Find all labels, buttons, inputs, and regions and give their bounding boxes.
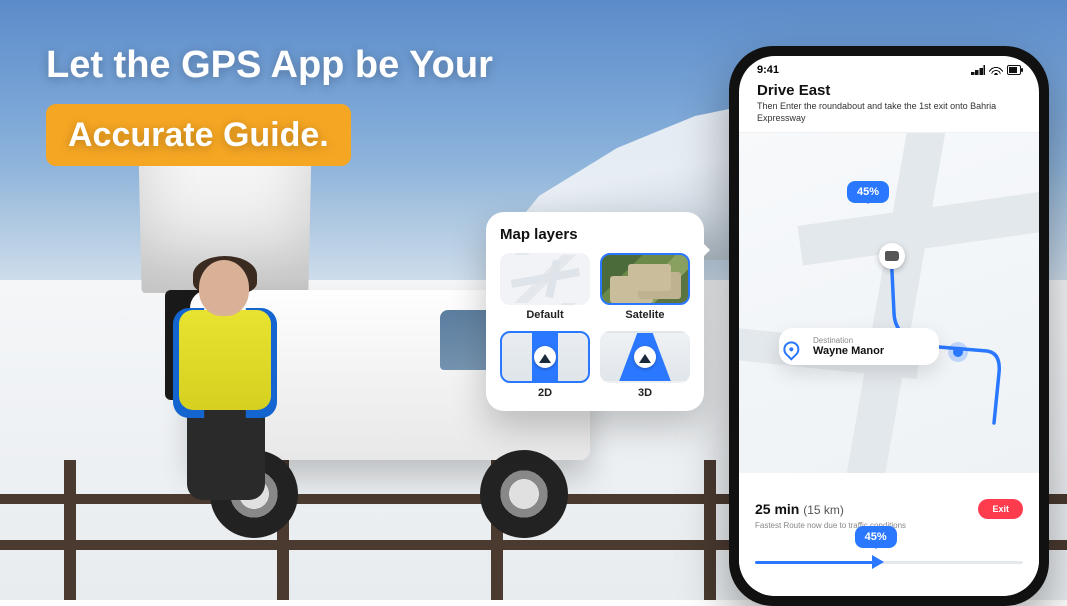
headline-line1: Let the GPS App be Your bbox=[46, 42, 493, 90]
two-d-map-icon bbox=[500, 331, 590, 383]
status-time: 9:41 bbox=[757, 64, 779, 76]
eta-time: 25 min bbox=[755, 501, 799, 517]
navigation-arrow-icon bbox=[534, 346, 556, 368]
layer-label: Default bbox=[526, 309, 563, 321]
eta-distance: (15 km) bbox=[803, 503, 844, 517]
direction-header: Drive East Then Enter the roundabout and… bbox=[739, 78, 1039, 133]
layer-option-default[interactable]: Default bbox=[500, 253, 590, 321]
phone-mockup: 9:41 Drive East Then Enter the roundabou… bbox=[729, 46, 1049, 606]
headline-badge: Accurate Guide. bbox=[46, 104, 351, 167]
navigation-arrow-icon bbox=[634, 346, 656, 368]
route-progress[interactable]: 45% bbox=[755, 548, 1023, 566]
direction-title: Drive East bbox=[757, 82, 1021, 99]
signal-icon bbox=[971, 65, 985, 75]
layer-label: 3D bbox=[638, 387, 652, 399]
person-illustration bbox=[165, 260, 285, 500]
default-map-icon bbox=[500, 253, 590, 305]
route-summary-panel: 25 min (15 km) Exit Fastest Route now du… bbox=[739, 489, 1039, 596]
map-pin-icon bbox=[780, 338, 803, 361]
destination-card[interactable]: Destination Wayne Manor bbox=[779, 328, 939, 365]
destination-dot-icon bbox=[953, 347, 963, 357]
status-bar: 9:41 bbox=[739, 56, 1039, 78]
progress-arrow-icon bbox=[872, 555, 891, 569]
route-line bbox=[739, 133, 1039, 473]
battery-icon bbox=[1007, 65, 1021, 75]
map-layers-title: Map layers bbox=[500, 226, 690, 243]
wifi-icon bbox=[989, 65, 1003, 75]
destination-name: Wayne Manor bbox=[813, 345, 927, 357]
eta-display: 25 min (15 km) bbox=[755, 501, 844, 517]
hero-headline: Let the GPS App be Your Accurate Guide. bbox=[46, 42, 493, 166]
layer-option-3d[interactable]: 3D bbox=[600, 331, 690, 399]
phone-screen: 9:41 Drive East Then Enter the roundabou… bbox=[739, 56, 1039, 596]
direction-subtitle: Then Enter the roundabout and take the 1… bbox=[757, 101, 1021, 124]
map-layers-panel: Map layers Default Satelite 2D 3D bbox=[486, 212, 704, 411]
layer-label: Satelite bbox=[625, 309, 664, 321]
three-d-map-icon bbox=[600, 331, 690, 383]
layer-label: 2D bbox=[538, 387, 552, 399]
progress-fill bbox=[755, 561, 876, 564]
exit-button[interactable]: Exit bbox=[978, 499, 1023, 519]
layer-option-satellite[interactable]: Satelite bbox=[600, 253, 690, 321]
map-view[interactable]: 45% Destination Wayne Manor bbox=[739, 133, 1039, 473]
progress-percent-bubble: 45% bbox=[855, 526, 897, 548]
satellite-map-icon bbox=[600, 253, 690, 305]
layer-option-2d[interactable]: 2D bbox=[500, 331, 590, 399]
destination-label: Destination bbox=[813, 336, 927, 345]
route-percent-bubble: 45% bbox=[847, 181, 889, 203]
